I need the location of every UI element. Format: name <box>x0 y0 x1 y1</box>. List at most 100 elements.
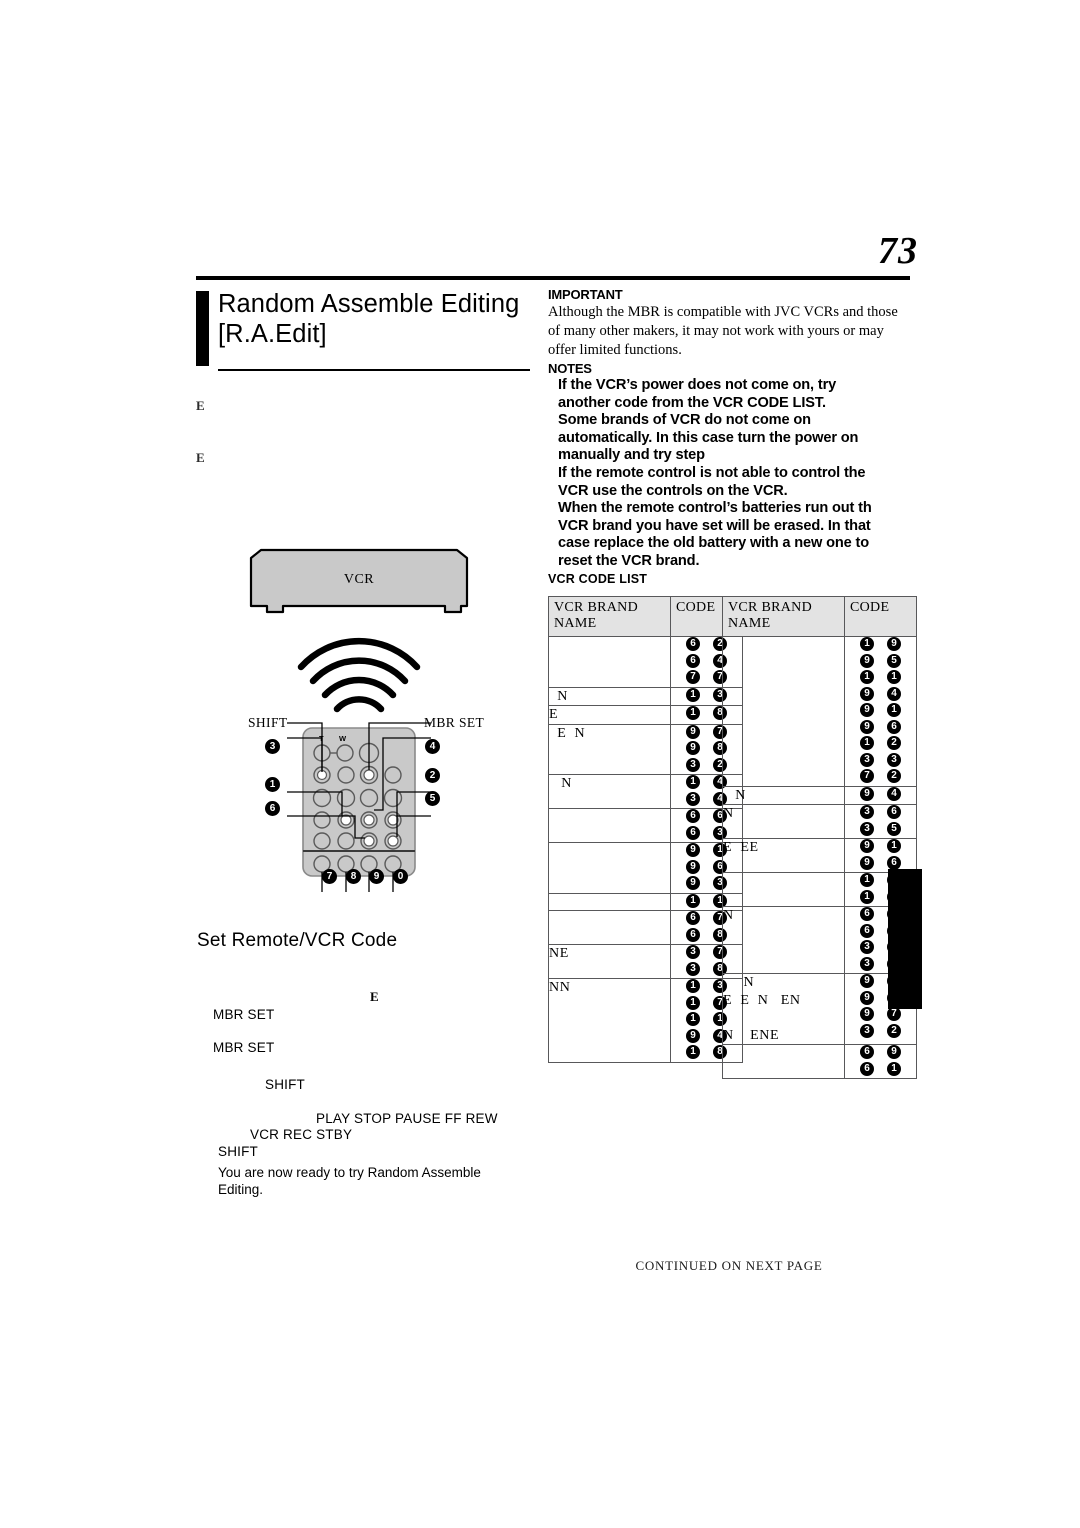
table-row: E N979832 <box>548 723 743 775</box>
code-cell: 6961 <box>844 1044 917 1079</box>
callout-badge-6: 6 <box>265 801 280 816</box>
code-digit: 3 <box>860 956 874 971</box>
code-digit: 4 <box>887 786 901 801</box>
step-shift-1: SHIFT <box>265 1077 305 1092</box>
notes-line-8: When the remote control’s batteries run … <box>558 500 872 517</box>
code-digit: 9 <box>860 974 874 988</box>
brand-name-cell: NE <box>548 944 671 979</box>
code-digit: 1 <box>887 1061 901 1076</box>
code-pair: 72 <box>845 769 916 783</box>
code-pair: 12 <box>845 736 916 750</box>
header-rule <box>196 276 910 280</box>
header-brand-line-2: NAME <box>728 616 771 631</box>
code-digit: 1 <box>860 670 874 684</box>
table-row: NN 1 3 1 7 1 1 9 4 1 8 <box>548 978 743 1063</box>
code-digit: 6 <box>860 923 874 938</box>
table-row: N1434 <box>548 774 743 809</box>
brand-name-cell: E N <box>548 723 671 775</box>
code-cell: 9196 <box>844 838 917 873</box>
code-digit: 7 <box>686 670 700 684</box>
pause-button <box>387 835 399 847</box>
notes-line-6: If the remote control is not able to con… <box>558 464 866 481</box>
table-row: N94 <box>722 785 917 805</box>
header-vcr-brand-name: VCR BRAND NAME <box>722 596 845 637</box>
code-digit: 3 <box>860 940 874 954</box>
code-pair: 19 <box>845 637 916 651</box>
step-vcr-rec-stby: VCR REC STBY <box>250 1127 353 1142</box>
callout-badge-7: 7 <box>322 869 337 884</box>
code-cell: 94 <box>844 785 917 805</box>
brand-name-cell: N <box>548 686 671 706</box>
notes-line-9: VCR brand you have set will be erased. I… <box>558 517 871 534</box>
mbr-set-button <box>363 769 375 781</box>
table-row: N13 <box>548 686 743 706</box>
code-digit: 9 <box>887 637 901 651</box>
code-digit: 6 <box>860 1061 874 1076</box>
code-digit: 9 <box>860 1007 874 1021</box>
notes-heading: NOTES <box>548 361 592 376</box>
code-digit: 3 <box>887 752 901 767</box>
brand-name-cell <box>548 808 671 843</box>
title-underline <box>218 369 530 371</box>
table-row: N3635 <box>722 804 917 839</box>
notes-line-2: another code from the VCR CODE LIST. <box>558 394 826 411</box>
code-digit: 9 <box>686 1028 700 1043</box>
code-digit: 6 <box>860 907 874 921</box>
code-digit: 2 <box>887 736 901 750</box>
section-closing-paragraph: You are now ready to try Random Assemble… <box>218 1165 481 1197</box>
chapter-edge-tab <box>888 869 922 1009</box>
code-digit: 6 <box>887 719 901 734</box>
code-digit: 6 <box>686 809 700 823</box>
callout-shift-label: SHIFT <box>248 715 288 730</box>
code-pair: 61 <box>845 1061 916 1076</box>
code-digit: 1 <box>887 670 901 684</box>
code-digit: 9 <box>887 1045 901 1059</box>
brand-name-cell: E <box>548 705 671 725</box>
header-brand-line-2: NAME <box>554 616 597 631</box>
notes-body: If the VCR’s power does not come on, try… <box>558 377 938 571</box>
table-row: 626477 <box>548 636 743 688</box>
code-pair: 94 <box>845 786 916 801</box>
notes-line-11: reset the VCR brand. <box>558 552 700 569</box>
code-digit: 1 <box>887 703 901 717</box>
code-digit: 9 <box>860 719 874 734</box>
code-digit: 3 <box>860 821 874 836</box>
code-digit: 6 <box>887 855 901 870</box>
code-digit: 1 <box>860 889 874 904</box>
table-row: 6768 <box>548 910 743 945</box>
callout-badge-9: 9 <box>369 869 384 884</box>
brand-name-cell <box>722 872 845 907</box>
code-digit: 1 <box>686 1012 700 1026</box>
margin-marker-2: E <box>196 450 205 465</box>
rew-button <box>363 814 375 826</box>
step-transport-buttons: PLAY STOP PAUSE FF REW <box>316 1111 498 1126</box>
vcr-device-label: VCR <box>343 572 375 587</box>
code-table-left: VCR BRAND NAME CODE 626477 N13E18 E N979… <box>548 596 743 1063</box>
callout-badge-5: 5 <box>425 791 440 806</box>
code-digit: 9 <box>686 843 700 857</box>
page-title: Random Assemble Editing [R.A.Edit] <box>218 289 530 349</box>
code-cell: 199511949196123372 <box>844 636 917 787</box>
code-digit: 1 <box>686 979 700 993</box>
code-digit: 1 <box>686 995 700 1010</box>
ir-signal-waves <box>297 637 421 713</box>
code-digit: 6 <box>686 653 700 668</box>
code-digit: 3 <box>686 961 700 976</box>
code-digit: 3 <box>686 945 700 959</box>
callout-badge-1: 1 <box>265 777 280 792</box>
brand-name-cell <box>548 892 671 911</box>
code-digit: 9 <box>860 786 874 801</box>
code-digit: 6 <box>860 1045 874 1059</box>
notes-line-4: automatically. In this case turn the pow… <box>558 429 859 446</box>
code-cell: 3635 <box>844 804 917 839</box>
code-digit: 3 <box>686 791 700 806</box>
header-brand-line-1: VCR BRAND <box>728 600 812 615</box>
code-pair: 36 <box>845 805 916 819</box>
code-digit: 2 <box>887 769 901 783</box>
code-digit: 5 <box>887 653 901 668</box>
code-pair: 33 <box>845 752 916 767</box>
notes-line-10: case replace the old battery with a new … <box>558 535 870 552</box>
table-row: E EE 9 1 9 6 <box>722 838 917 873</box>
brand-name-cell: N <box>722 804 845 839</box>
brand-name-cell: NN <box>548 978 671 1063</box>
